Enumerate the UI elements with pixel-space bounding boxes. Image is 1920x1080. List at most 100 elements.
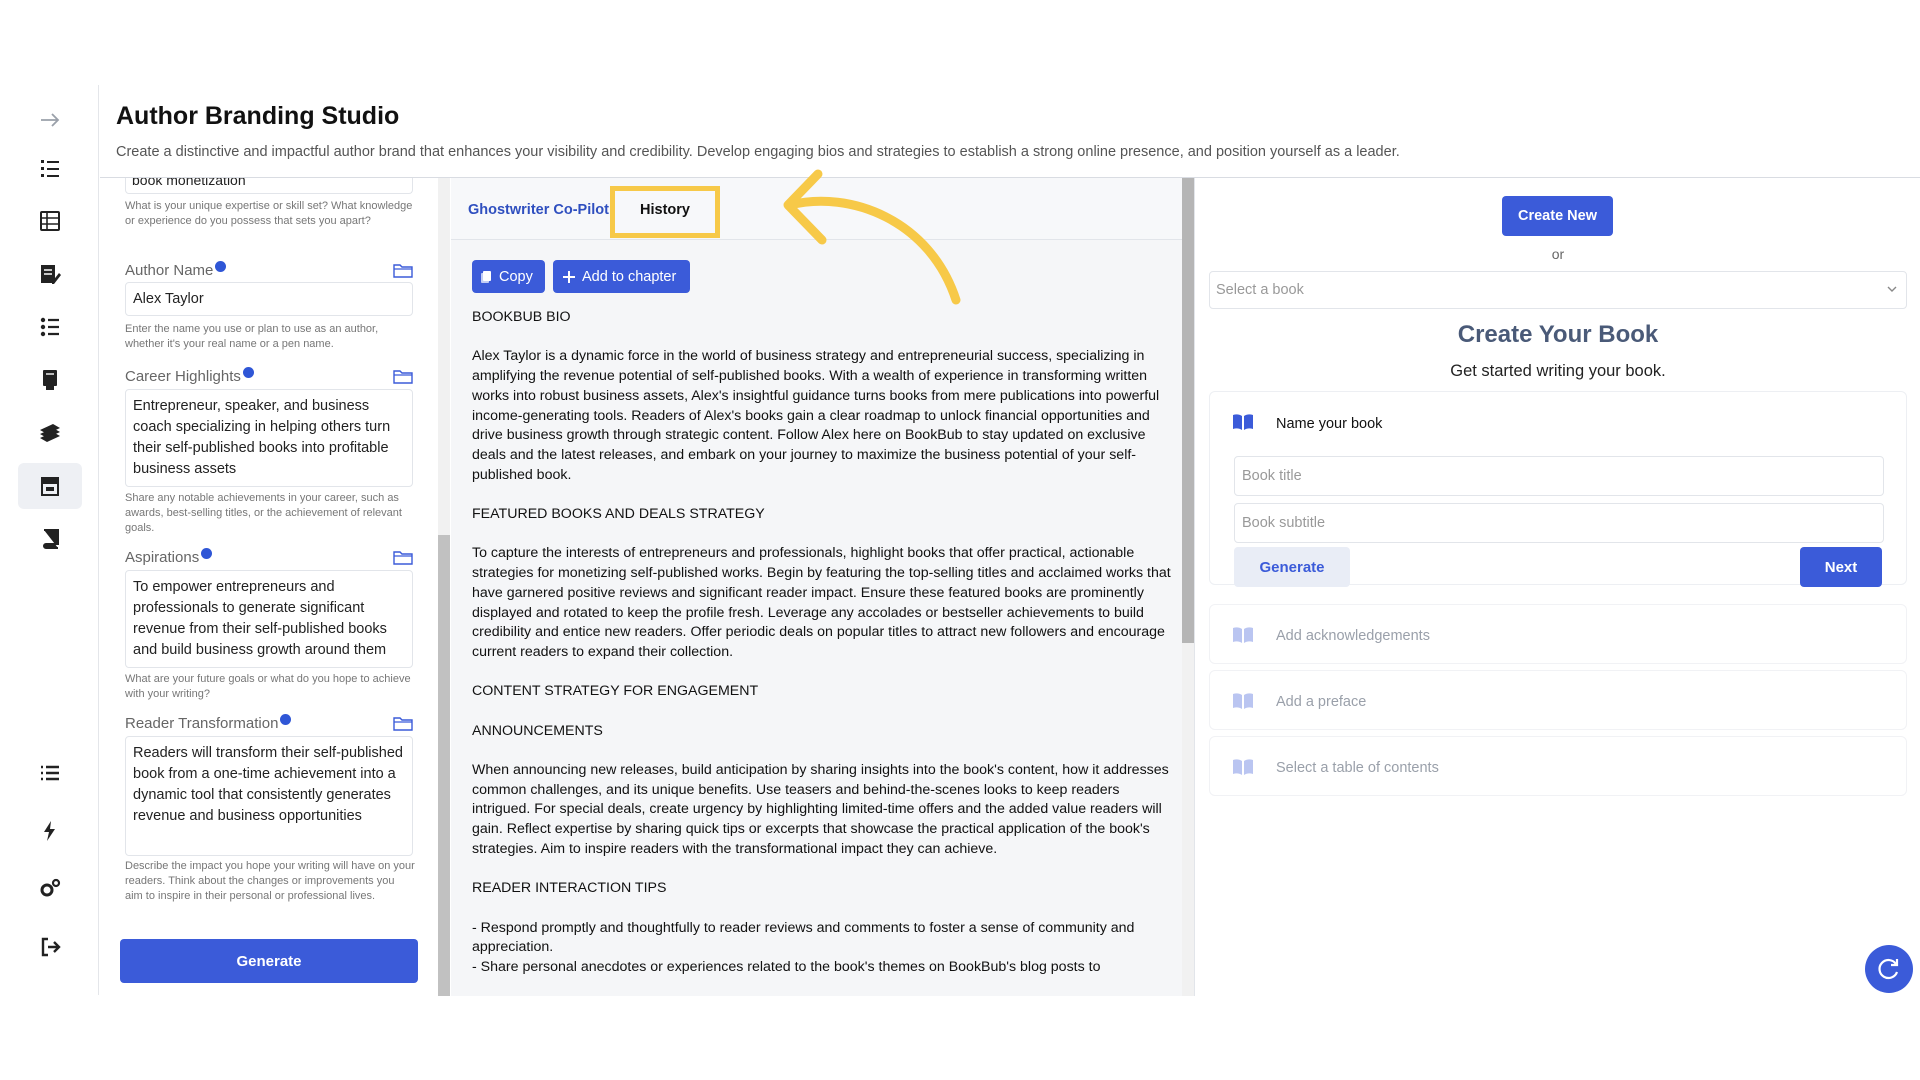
create-your-book-title: Create Your Book (1457, 321, 1659, 348)
rail-item-books[interactable] (18, 410, 82, 456)
select-book-dropdown[interactable]: Select a book (1209, 271, 1907, 309)
book-title-input[interactable]: Book title (1234, 456, 1884, 496)
output-scrollbar-thumb[interactable] (1182, 178, 1194, 643)
refresh-icon (1878, 958, 1899, 980)
aspirations-label-text: Aspirations (125, 549, 200, 566)
folder-icon[interactable] (393, 549, 413, 565)
rail-item-book[interactable] (18, 516, 82, 562)
author-name-help: Enter the name you use or plan to use as… (125, 323, 379, 350)
copy-button[interactable]: Copy (472, 260, 545, 293)
or-separator: or (1551, 246, 1565, 262)
content-heading: ANNOUNCEMENTS (472, 722, 603, 739)
checklist-icon (40, 317, 59, 337)
settings-icon (40, 878, 61, 897)
step-acknowledgements[interactable]: Add acknowledgements (1209, 604, 1907, 664)
reader-transformation-help: Describe the impact you hope your writin… (125, 860, 415, 902)
book-icon (43, 529, 59, 549)
book-stand-icon (43, 370, 57, 390)
icon-rail (0, 85, 99, 995)
books-stack-icon (40, 424, 60, 442)
rail-item-settings[interactable] (18, 866, 82, 912)
form-scrollbar-thumb[interactable] (438, 535, 450, 996)
plus-icon (563, 270, 575, 283)
expertise-help: What is your unique expertise or skill s… (125, 200, 413, 227)
page-subtitle: Create a distinctive and impactful autho… (116, 144, 1400, 160)
step-preface[interactable]: Add a preface (1209, 670, 1907, 730)
rail-item-logout[interactable] (18, 924, 82, 970)
content-heading: READER INTERACTION TIPS (472, 880, 667, 897)
tab-ghostwriter-copilot[interactable]: Ghostwriter Co-Pilot (468, 202, 609, 218)
author-name-field[interactable]: Alex Taylor (125, 282, 413, 316)
book-creator-panel: Create New or Select a book Create Your … (1194, 178, 1920, 996)
author-name-label-text: Author Name (125, 262, 214, 279)
rail-item-branding[interactable] (18, 463, 82, 509)
generate-title-button[interactable]: Generate (1234, 547, 1350, 587)
add-to-chapter-label: Add to chapter (582, 268, 677, 285)
select-book-placeholder: Select a book (1216, 282, 1304, 298)
aspirations-field[interactable]: To empower entrepreneurs and professiona… (125, 570, 413, 668)
content-paragraph: When announcing new releases, build anti… (472, 762, 1169, 857)
reader-transformation-label: Reader Transformation (125, 714, 292, 732)
open-book-icon (1233, 414, 1253, 430)
content-heading: CONTENT STRATEGY FOR ENGAGEMENT (472, 683, 759, 700)
step-label: Add acknowledgements (1276, 628, 1430, 644)
career-highlights-field[interactable]: Entrepreneur, speaker, and business coac… (125, 389, 413, 487)
step-table-of-contents[interactable]: Select a table of contents (1209, 736, 1907, 796)
history-highlight-box (610, 186, 720, 238)
copy-button-label: Copy (499, 268, 533, 285)
add-to-chapter-button[interactable]: Add to chapter (553, 260, 690, 293)
next-button[interactable]: Next (1800, 547, 1882, 587)
list-icon (41, 765, 59, 781)
expand-sidebar-button[interactable] (18, 97, 82, 143)
arrow-right-icon (41, 113, 60, 127)
content-list: - Respond promptly and thoughtfully to r… (472, 919, 1135, 976)
expertise-field[interactable]: book monetization (125, 178, 413, 194)
author-name-label: Author Name (125, 261, 227, 279)
content-paragraph: To capture the interests of entrepreneur… (472, 545, 1171, 660)
rail-item-table[interactable] (18, 198, 82, 244)
aspirations-label: Aspirations (125, 548, 213, 566)
reader-transformation-field[interactable]: Readers will transform their self-publis… (125, 736, 413, 856)
career-highlights-label: Career Highlights (125, 367, 254, 385)
info-icon[interactable] (242, 367, 254, 378)
rail-item-outline[interactable] (18, 146, 82, 192)
info-icon[interactable] (201, 548, 213, 559)
content-heading: FEATURED BOOKS AND DEALS STRATEGY (472, 506, 765, 522)
chevron-down-icon (1887, 286, 1897, 292)
rail-item-quick[interactable] (18, 808, 82, 854)
create-new-button[interactable]: Create New (1502, 196, 1613, 236)
rail-item-checklist[interactable] (18, 304, 82, 350)
open-book-icon (1233, 627, 1253, 643)
folder-icon[interactable] (393, 715, 413, 731)
annotation-arrow-icon (783, 169, 961, 305)
step-label: Select a table of contents (1276, 760, 1439, 776)
bolt-icon (44, 821, 55, 841)
info-icon[interactable] (215, 261, 227, 272)
page-title: Author Branding Studio (116, 102, 400, 130)
content-heading: BOOKBUB BIO (472, 309, 571, 325)
storefront-icon (41, 477, 59, 496)
open-book-icon (1233, 693, 1253, 709)
folder-icon[interactable] (393, 368, 413, 384)
help-chat-button[interactable] (1865, 945, 1913, 993)
name-book-step: Name your book Book title Book subtitle … (1209, 391, 1907, 587)
generate-button[interactable]: Generate (120, 939, 418, 983)
copy-icon (481, 270, 491, 283)
numbered-list-icon (41, 160, 59, 177)
folder-icon[interactable] (393, 262, 413, 278)
career-highlights-help: Share any notable achievements in your c… (125, 492, 402, 534)
content-paragraph: Alex Taylor is a dynamic force in the wo… (472, 348, 1160, 483)
create-your-book-subtitle: Get started writing your book. (1450, 362, 1666, 380)
rail-item-book-stand[interactable] (18, 357, 82, 403)
table-icon (40, 211, 60, 231)
rail-item-list[interactable] (18, 750, 82, 796)
edit-note-icon (41, 265, 61, 284)
info-icon[interactable] (280, 714, 292, 725)
career-highlights-label-text: Career Highlights (125, 368, 241, 385)
book-subtitle-input[interactable]: Book subtitle (1234, 503, 1884, 543)
generated-content: BOOKBUB BIO Alex Taylor is a dynamic for… (472, 308, 1172, 996)
branding-form: book monetization What is your unique ex… (100, 178, 438, 996)
rail-item-edit[interactable] (18, 251, 82, 297)
logout-icon (41, 937, 61, 957)
aspirations-help: What are your future goals or what do yo… (125, 673, 411, 700)
